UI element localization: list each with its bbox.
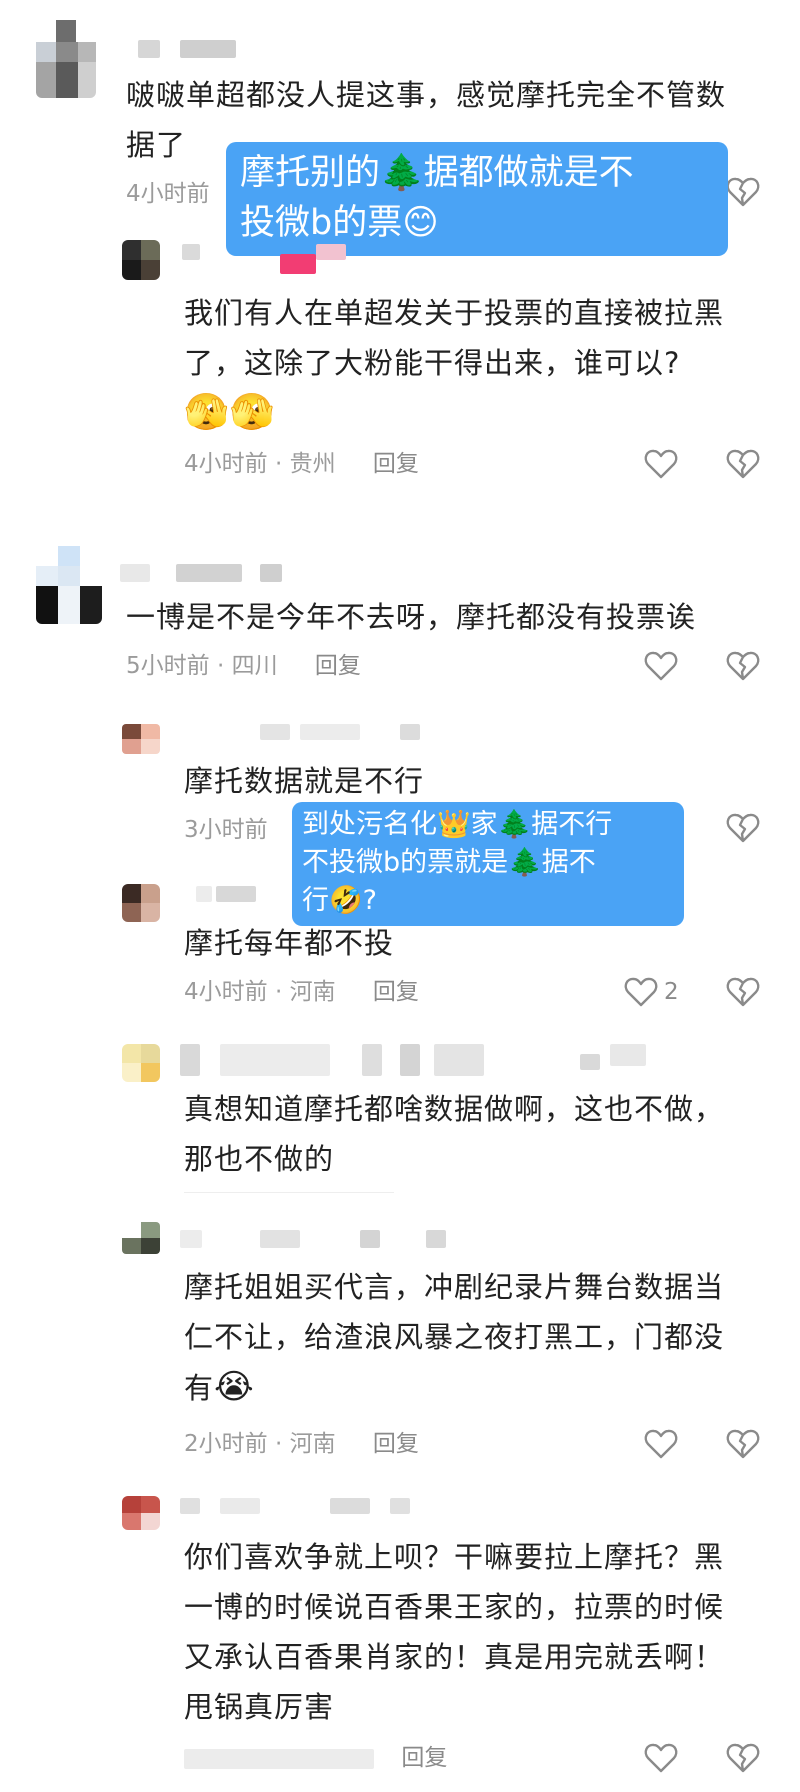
username-blurred[interactable] bbox=[180, 1044, 680, 1076]
timestamp: 5小时前 bbox=[126, 653, 210, 679]
reply-button[interactable]: 回复 bbox=[373, 979, 419, 1005]
broken-heart-icon[interactable] bbox=[726, 1428, 760, 1460]
username-blurred[interactable] bbox=[180, 1230, 540, 1250]
location: 贵州 bbox=[289, 451, 336, 477]
heart-outline-icon[interactable] bbox=[644, 650, 678, 682]
emoji: 😭 bbox=[214, 1367, 255, 1407]
annotation-overlay: 摩托别的🌲据都做就是不 投微b的票😊 bbox=[226, 142, 728, 256]
annotation-overlay: 到处污名化👑家🌲据不行 不投微b的票就是🌲据不 行🤣? bbox=[292, 802, 684, 926]
location: 河南 bbox=[289, 1431, 336, 1457]
broken-heart-icon[interactable] bbox=[726, 812, 760, 844]
username-blurred[interactable] bbox=[196, 886, 276, 906]
comment-meta: 2小时前 · 河南 回复 bbox=[184, 1431, 419, 1457]
broken-heart-icon[interactable] bbox=[726, 1742, 760, 1774]
comment-text: 一博是不是今年不去呀，摩托都没有投票诶 bbox=[126, 600, 697, 634]
comment-text: 摩托姐姐买代言，冲剧纪录片舞台数据当 仁不让，给渣浪风暴之夜打黑工，门都没 有😭 bbox=[184, 1270, 725, 1407]
reply-button[interactable]: 回复 bbox=[401, 1745, 447, 1771]
reply-button[interactable]: 回复 bbox=[373, 451, 419, 477]
timestamp: 4小时前 bbox=[184, 979, 268, 1005]
location: 河南 bbox=[289, 979, 336, 1005]
avatar[interactable] bbox=[122, 240, 160, 280]
timestamp: 4小时前 bbox=[126, 181, 210, 207]
timestamp: 2小时前 bbox=[184, 1431, 268, 1457]
avatar[interactable] bbox=[36, 20, 96, 98]
comment-meta: 4小时前 bbox=[126, 178, 210, 210]
avatar[interactable] bbox=[122, 884, 160, 922]
comment-meta: 4小时前 · 贵州 回复 bbox=[184, 451, 419, 477]
comment-text: 真想知道摩托都啥数据做啊，这也不做， 那也不做的 bbox=[184, 1092, 725, 1176]
username-blurred[interactable] bbox=[182, 244, 362, 274]
timestamp: 3小时前 bbox=[184, 817, 268, 843]
avatar[interactable] bbox=[122, 724, 160, 754]
comment-text: 我们有人在单超发关于投票的直接被拉黑 了，这除了大粉能干得出来，谁可以? 🫣🫣 bbox=[184, 288, 774, 438]
heart-outline-icon[interactable] bbox=[644, 448, 678, 480]
reply-button[interactable]: 回复 bbox=[315, 653, 361, 679]
divider bbox=[184, 1192, 394, 1193]
heart-outline-icon[interactable] bbox=[644, 1428, 678, 1460]
avatar[interactable] bbox=[36, 546, 102, 624]
comment-text: 摩托每年都不投 bbox=[184, 926, 395, 960]
comment-text: 摩托数据就是不行 bbox=[184, 764, 425, 798]
username-blurred[interactable] bbox=[138, 40, 238, 60]
heart-outline-icon[interactable] bbox=[624, 976, 658, 1008]
comment-meta: 4小时前 · 河南 回复 bbox=[184, 979, 419, 1005]
username-blurred[interactable] bbox=[180, 1498, 440, 1518]
broken-heart-icon[interactable] bbox=[726, 976, 760, 1008]
broken-heart-icon[interactable] bbox=[726, 176, 760, 208]
broken-heart-icon[interactable] bbox=[726, 448, 760, 480]
like-count: 2 bbox=[664, 979, 679, 1005]
avatar[interactable] bbox=[122, 1222, 160, 1254]
username-blurred[interactable] bbox=[180, 724, 430, 744]
timestamp-blurred bbox=[184, 1748, 374, 1769]
comment-meta: 3小时前 bbox=[184, 814, 268, 846]
reply-button[interactable]: 回复 bbox=[373, 1431, 419, 1457]
timestamp: 4小时前 bbox=[184, 451, 268, 477]
comment-text: 你们喜欢争就上呗？干嘛要拉上摩托？黑 一博的时候说百香果王家的，拉票的时候 又承… bbox=[184, 1540, 725, 1724]
emoji: 🫣🫣 bbox=[184, 392, 276, 433]
username-blurred[interactable] bbox=[120, 564, 320, 584]
comment-meta: 回复 bbox=[184, 1742, 447, 1774]
broken-heart-icon[interactable] bbox=[726, 650, 760, 682]
comment-meta: 5小时前 · 四川 回复 bbox=[126, 653, 361, 679]
avatar[interactable] bbox=[122, 1044, 160, 1082]
heart-outline-icon[interactable] bbox=[644, 1742, 678, 1774]
location: 四川 bbox=[231, 653, 278, 679]
avatar[interactable] bbox=[122, 1496, 160, 1530]
